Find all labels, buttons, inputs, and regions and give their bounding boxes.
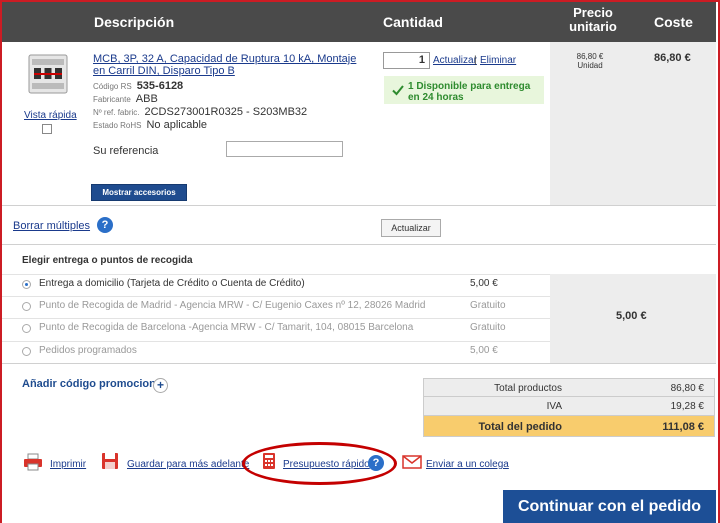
total-products-value: 86,80 € bbox=[670, 383, 704, 394]
delivery-option-scheduled[interactable]: Pedidos programados 5,00 € bbox=[2, 341, 550, 360]
delivery-radio-scheduled[interactable] bbox=[22, 347, 31, 356]
vat-value: 19,28 € bbox=[670, 401, 704, 412]
delivery-option-price: Gratuito bbox=[470, 300, 506, 311]
delivery-option-label: Punto de Recogida de Barcelona -Agencia … bbox=[39, 322, 414, 333]
printer-icon[interactable] bbox=[23, 453, 43, 471]
manufacturer-ref: Nº ref. fabric. 2CDS273001R0325 - S203MB3… bbox=[93, 106, 308, 118]
quantity-input[interactable]: 1 bbox=[383, 52, 430, 69]
header-quantity: Cantidad bbox=[383, 14, 443, 30]
delivery-radio-home[interactable] bbox=[22, 280, 31, 289]
delivery-option-label: Pedidos programados bbox=[39, 345, 137, 356]
delivery-option-home[interactable]: Entrega a domicilio (Tarjeta de Crédito … bbox=[2, 274, 550, 293]
order-total-value: 111,08 € bbox=[662, 421, 704, 433]
delivery-option-price: Gratuito bbox=[470, 322, 506, 333]
header-description: Descripción bbox=[94, 14, 175, 30]
envelope-icon[interactable] bbox=[402, 453, 422, 469]
unit-price: 86,80 € Unidad bbox=[560, 52, 620, 70]
update-button[interactable]: Actualizar bbox=[381, 219, 441, 237]
your-reference-label: Su referencia bbox=[93, 145, 159, 157]
remove-item-link[interactable]: Eliminar bbox=[480, 55, 516, 66]
order-total-row: Total del pedido 111,08 € bbox=[423, 416, 715, 437]
rohs-status: Estado RoHS No aplicable bbox=[93, 119, 208, 131]
total-products-label: Total productos bbox=[494, 383, 562, 394]
delivery-option-price: 5,00 € bbox=[470, 345, 498, 356]
floppy-disk-icon[interactable] bbox=[101, 452, 119, 470]
delivery-option-label: Punto de Recogida de Madrid - Agencia MR… bbox=[39, 300, 426, 311]
divider bbox=[2, 205, 716, 206]
show-accessories-button[interactable]: Mostrar accesorios bbox=[91, 184, 187, 201]
send-to-colleague-link[interactable]: Enviar a un colega bbox=[426, 459, 509, 470]
header-unit-price: Precio unitario bbox=[569, 5, 617, 34]
unit-price-value: 86,80 € bbox=[576, 52, 604, 61]
update-quantity-link[interactable]: Actualizar bbox=[433, 55, 477, 66]
quick-view-checkbox[interactable] bbox=[42, 124, 52, 134]
link-separator: | bbox=[474, 55, 477, 66]
your-reference-input[interactable] bbox=[226, 141, 343, 157]
help-icon[interactable]: ? bbox=[97, 217, 113, 233]
save-for-later-link[interactable]: Guardar para más adelante bbox=[127, 459, 249, 470]
quick-view-link[interactable]: Vista rápida bbox=[24, 110, 77, 121]
plus-icon[interactable]: + bbox=[153, 378, 168, 393]
divider bbox=[2, 363, 716, 364]
order-total-label: Total del pedido bbox=[478, 421, 562, 433]
vat-row: IVA 19,28 € bbox=[423, 397, 715, 416]
total-products-row: Total productos 86,80 € bbox=[423, 378, 715, 397]
line-cost: 86,80 € bbox=[654, 52, 691, 64]
availability-box: 1 Disponible para entrega en 24 horas bbox=[384, 76, 544, 104]
delivery-radio-barcelona[interactable] bbox=[22, 324, 31, 333]
divider bbox=[2, 244, 716, 245]
rs-code: Código RS 535-6128 bbox=[93, 80, 184, 92]
delivery-radio-madrid[interactable] bbox=[22, 302, 31, 311]
delivery-option-barcelona[interactable]: Punto de Recogida de Barcelona -Agencia … bbox=[2, 318, 550, 337]
promo-code-link[interactable]: Añadir código promocional bbox=[22, 378, 165, 390]
unit-price-unit: Unidad bbox=[577, 61, 603, 70]
circuit-breaker-image[interactable] bbox=[26, 52, 70, 96]
continue-order-button[interactable]: Continuar con el pedido bbox=[503, 490, 716, 523]
vat-label: IVA bbox=[546, 401, 562, 412]
order-totals: Total productos 86,80 € IVA 19,28 € Tota… bbox=[423, 378, 715, 437]
delivery-option-label: Entrega a domicilio (Tarjeta de Crédito … bbox=[39, 278, 305, 289]
delete-multiple-link[interactable]: Borrar múltiples bbox=[13, 220, 90, 232]
table-header: Descripción Cantidad Precio unitario Cos… bbox=[2, 2, 716, 42]
check-icon bbox=[392, 85, 404, 96]
delivery-option-madrid[interactable]: Punto de Recogida de Madrid - Agencia MR… bbox=[2, 296, 550, 315]
annotation-ellipse bbox=[242, 442, 397, 485]
delivery-option-price: 5,00 € bbox=[470, 278, 498, 289]
delivery-title: Elegir entrega o puntos de recogida bbox=[22, 255, 193, 266]
delivery-total: 5,00 € bbox=[616, 310, 647, 322]
header-cost: Coste bbox=[654, 14, 693, 30]
manufacturer: Fabricante ABB bbox=[93, 93, 158, 105]
availability-text: 1 Disponible para entrega en 24 horas bbox=[408, 81, 531, 103]
product-title-link[interactable]: MCB, 3P, 32 A, Capacidad de Ruptura 10 k… bbox=[93, 53, 363, 77]
print-link[interactable]: Imprimir bbox=[50, 459, 86, 470]
